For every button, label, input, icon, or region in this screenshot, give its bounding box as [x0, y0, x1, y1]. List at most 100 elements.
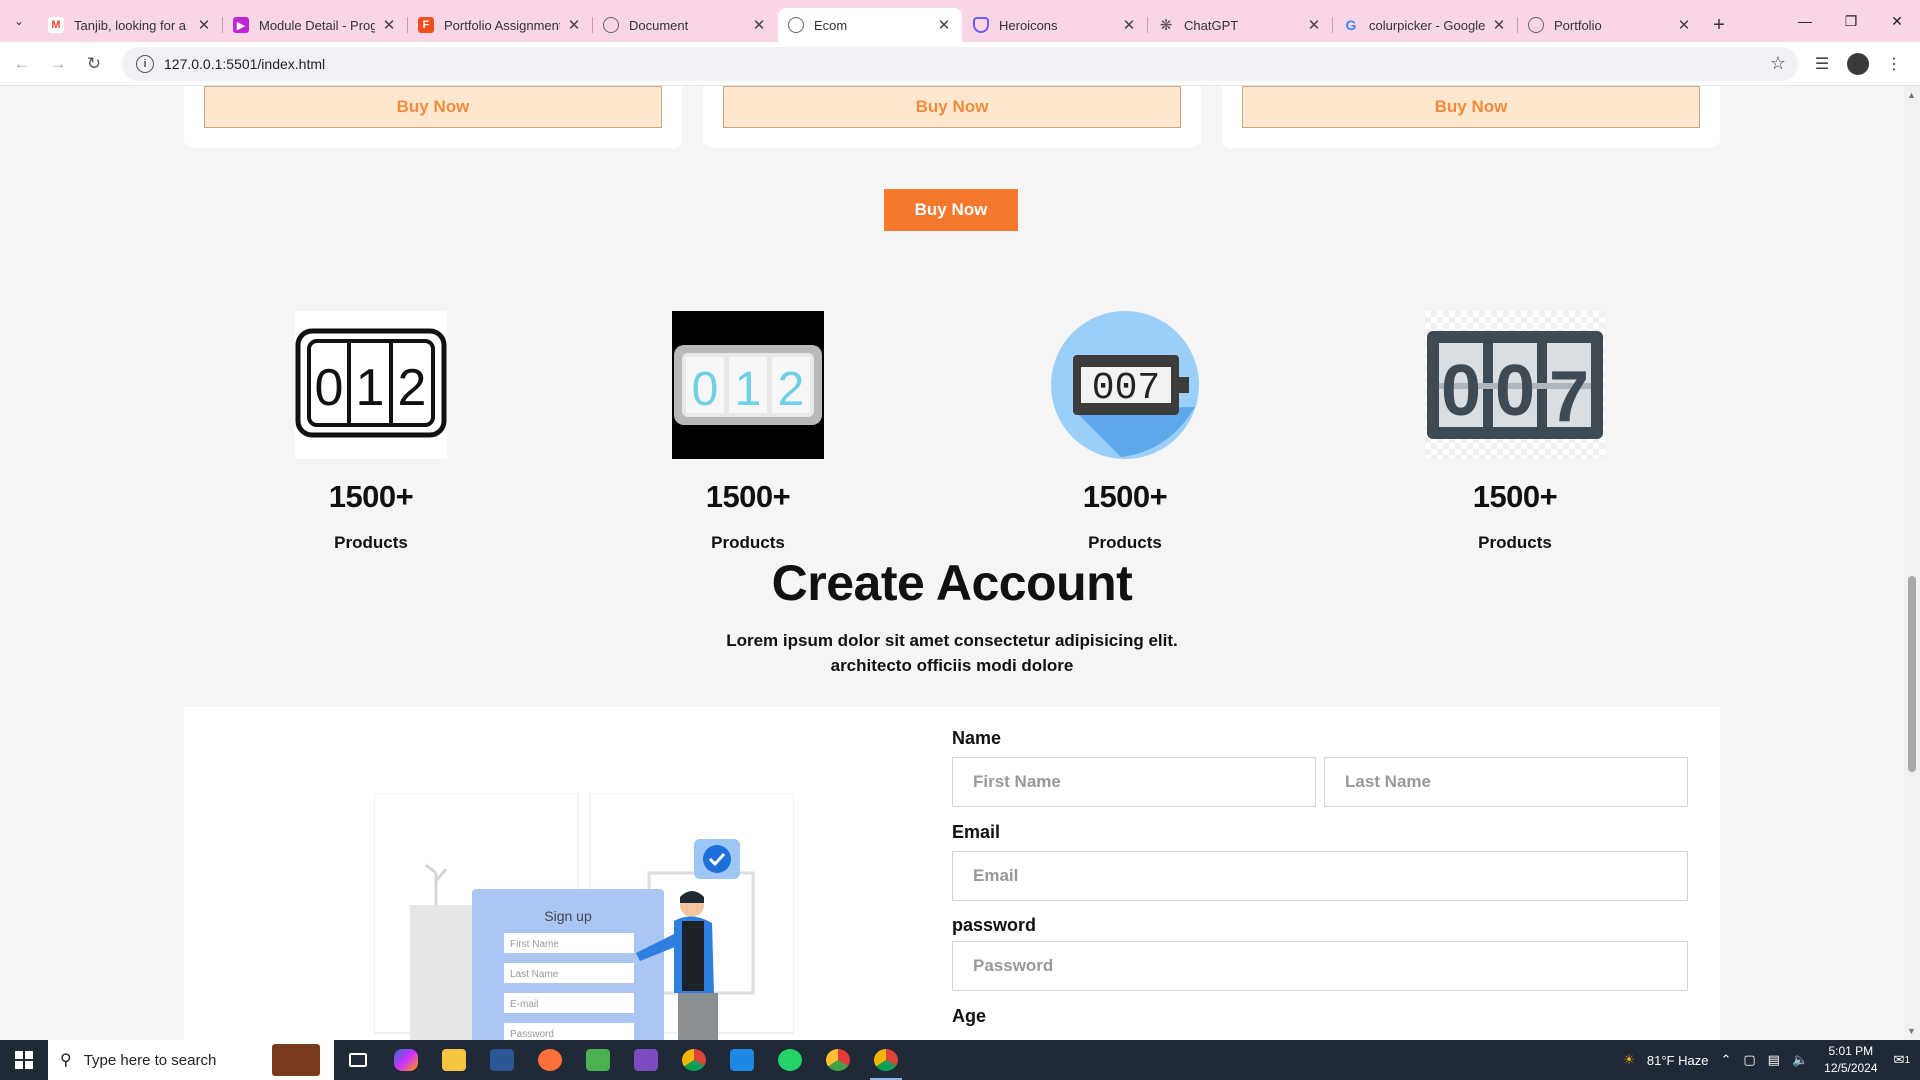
name-label: Name: [952, 728, 1002, 748]
visual-studio-icon[interactable]: [622, 1040, 670, 1080]
back-icon[interactable]: ←: [4, 46, 40, 82]
file-explorer-icon[interactable]: [430, 1040, 478, 1080]
signup-illustration: Sign up First Name Last Name E-mail Pass…: [373, 792, 795, 1040]
reload-icon[interactable]: ↻: [76, 46, 112, 82]
email-label: Email: [952, 822, 1001, 842]
notification-count: 1: [1904, 1054, 1910, 1066]
scrollbar-thumb[interactable]: [1908, 576, 1916, 772]
scroll-up-icon[interactable]: ▲: [1907, 90, 1916, 100]
tab-gmail[interactable]: M Tanjib, looking for a n ✕: [38, 8, 223, 42]
stat-label: Products: [1478, 533, 1552, 552]
close-tab-icon[interactable]: ✕: [936, 16, 952, 34]
close-tab-icon[interactable]: ✕: [196, 16, 212, 34]
email-input[interactable]: Email: [952, 851, 1688, 901]
tab-title: Portfolio: [1554, 17, 1602, 33]
counter-digits: 007: [1092, 367, 1160, 410]
tab-title: Module Detail - Prog: [259, 17, 375, 33]
counter-digit: 0: [1495, 351, 1535, 431]
minimize-icon[interactable]: —: [1782, 0, 1828, 42]
counter-digit: 0: [1441, 351, 1481, 431]
first-name-input[interactable]: First Name: [952, 757, 1316, 807]
close-tab-icon[interactable]: ✕: [751, 16, 767, 34]
close-tab-icon[interactable]: ✕: [566, 16, 582, 34]
site-info-icon[interactable]: i: [136, 54, 154, 73]
new-tab-button[interactable]: +: [1703, 8, 1735, 42]
stat-item: 0 1 2 1500+ Products: [251, 311, 491, 553]
tab-colurpicker[interactable]: G colurpicker - Google ✕: [1333, 8, 1518, 42]
restore-icon[interactable]: ❐: [1828, 0, 1874, 42]
url-text: 127.0.0.1:5501/index.html: [164, 55, 326, 72]
buy-now-button[interactable]: Buy Now: [884, 189, 1018, 231]
close-tab-icon[interactable]: ✕: [1676, 16, 1692, 34]
last-name-input[interactable]: Last Name: [1324, 757, 1688, 807]
create-account-title: Create Account: [771, 555, 1133, 611]
tab-chatgpt[interactable]: ❋ ChatGPT ✕: [1148, 8, 1333, 42]
firefox-icon[interactable]: [526, 1040, 574, 1080]
copilot-icon[interactable]: [382, 1040, 430, 1080]
menu-kebab-icon[interactable]: ⋮: [1876, 46, 1912, 82]
taskbar-search-input[interactable]: ⚲ Type here to search: [48, 1040, 334, 1080]
url-input[interactable]: i 127.0.0.1:5501/index.html ☆: [122, 46, 1798, 81]
volume-icon[interactable]: 🔈: [1792, 1052, 1808, 1068]
illustration-field: Last Name: [510, 969, 559, 980]
meet-now-icon[interactable]: ▢: [1743, 1052, 1755, 1068]
taskbar-clock[interactable]: 5:01 PM 12/5/2024: [1824, 1043, 1877, 1077]
globe-icon: [603, 17, 619, 33]
product-card: Buy Now: [1222, 86, 1720, 148]
close-tab-icon[interactable]: ✕: [381, 16, 397, 34]
counter-outline-icon: 0 1 2: [295, 311, 447, 459]
bookmark-star-icon[interactable]: ☆: [1770, 53, 1786, 74]
page-scrollbar[interactable]: ▲ ▼: [1904, 86, 1920, 1040]
card-buy-now-button[interactable]: Buy Now: [723, 86, 1181, 128]
windows-start-icon[interactable]: [0, 1040, 48, 1080]
stat-number: 1500+: [1472, 479, 1558, 514]
create-account-subtitle: Lorem ipsum dolor sit amet consectetur a…: [0, 628, 1904, 678]
whatsapp-icon[interactable]: [766, 1040, 814, 1080]
chrome-alt-icon[interactable]: [814, 1040, 862, 1080]
close-tab-icon[interactable]: ✕: [1306, 16, 1322, 34]
tab-portfolio[interactable]: Portfolio ✕: [1518, 8, 1702, 42]
notification-icon[interactable]: ✉: [1894, 1052, 1905, 1068]
window-controls: — ❐ ✕: [1782, 0, 1920, 42]
close-window-icon[interactable]: ✕: [1874, 0, 1920, 42]
tab-title: Tanjib, looking for a n: [74, 17, 190, 33]
profile-avatar[interactable]: [1847, 52, 1869, 75]
scroll-down-icon[interactable]: ▼: [1907, 1026, 1916, 1036]
tray-chevron-icon[interactable]: ⌃: [1720, 1052, 1731, 1068]
tab-heroicons[interactable]: Heroicons ✕: [963, 8, 1148, 42]
stat-label: Products: [711, 533, 785, 552]
media-controls-icon[interactable]: ☰: [1804, 46, 1840, 82]
counter-mechanical-icon: 0 1 2: [672, 311, 824, 459]
vscode-icon[interactable]: [718, 1040, 766, 1080]
module-icon: ▶: [233, 17, 249, 33]
forward-icon[interactable]: →: [40, 46, 76, 82]
password-input[interactable]: Password: [952, 941, 1688, 991]
close-tab-icon[interactable]: ✕: [1121, 16, 1137, 34]
weather-icon[interactable]: ☀: [1623, 1052, 1635, 1068]
tab-ecom[interactable]: Ecom ✕: [778, 8, 962, 42]
tab-portfolio-assignment[interactable]: F Portfolio Assignment ✕: [408, 8, 593, 42]
subtitle-line: Lorem ipsum dolor sit amet consectetur a…: [726, 631, 1178, 650]
counter-digit: 1: [735, 363, 762, 416]
card-buy-now-button[interactable]: Buy Now: [1242, 86, 1700, 128]
stat-number: 1500+: [1082, 479, 1168, 514]
counter-digit: 0: [315, 359, 344, 417]
chrome-icon[interactable]: [670, 1040, 718, 1080]
tab-module-detail[interactable]: ▶ Module Detail - Prog ✕: [223, 8, 408, 42]
task-view-icon[interactable]: [334, 1040, 382, 1080]
close-tab-icon[interactable]: ✕: [1491, 16, 1507, 34]
google-icon: G: [1345, 17, 1357, 33]
stat-label: Products: [1088, 533, 1162, 552]
tab-search-chevron-icon[interactable]: ⌄: [0, 0, 38, 42]
chrome-active-icon[interactable]: [862, 1040, 910, 1080]
age-label: Age: [952, 1006, 987, 1026]
card-buy-now-button[interactable]: Buy Now: [204, 86, 662, 128]
sticky-app-icon[interactable]: [574, 1040, 622, 1080]
weather-text[interactable]: 81°F Haze: [1647, 1053, 1709, 1068]
chatgpt-icon: ❋: [1159, 17, 1173, 34]
word-icon[interactable]: [478, 1040, 526, 1080]
tab-document[interactable]: Document ✕: [593, 8, 777, 42]
search-highlight-image: [272, 1044, 320, 1076]
counter-digit: 2: [398, 359, 427, 417]
network-icon[interactable]: ▤: [1768, 1052, 1780, 1068]
